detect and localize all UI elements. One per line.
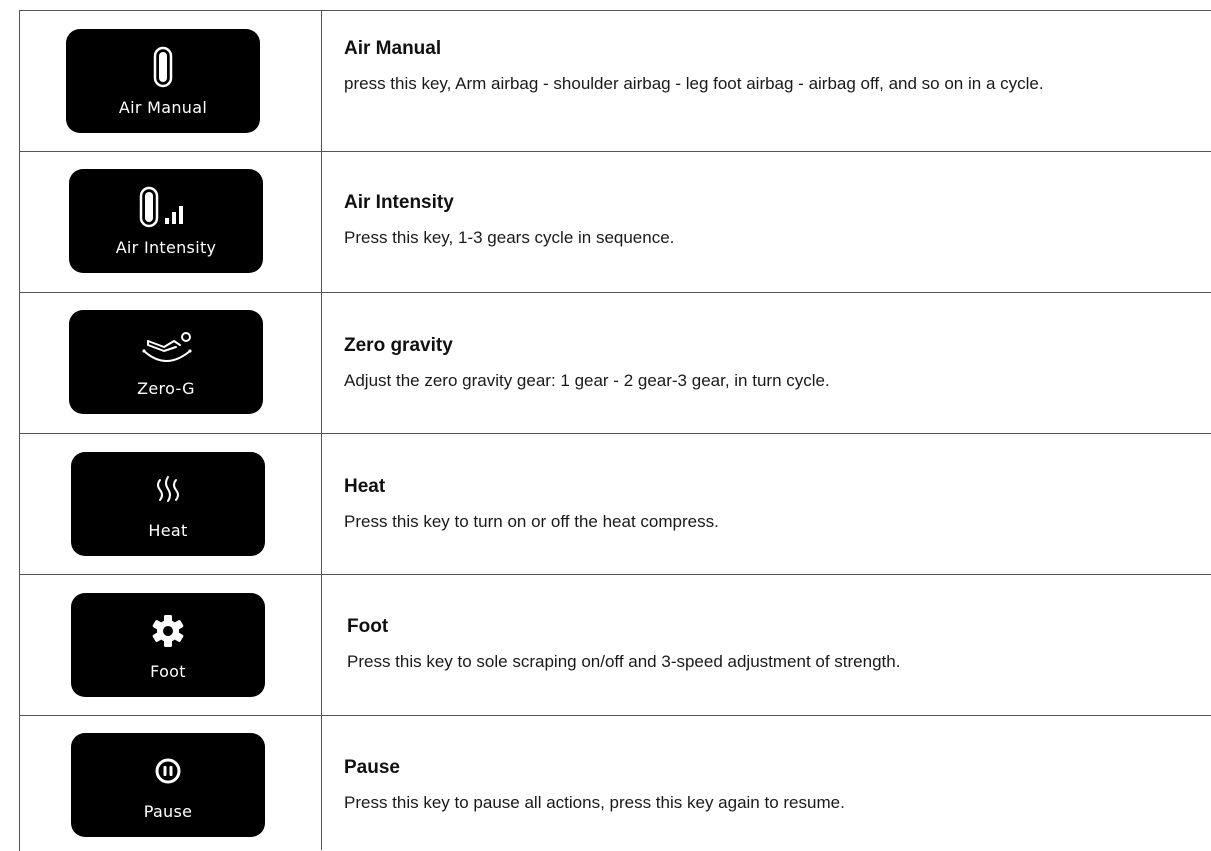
heat-key[interactable]: Heat bbox=[71, 452, 265, 556]
key-label: Zero-G bbox=[137, 379, 195, 398]
gear-icon bbox=[71, 611, 265, 651]
description-title: Air Manual bbox=[344, 38, 442, 59]
air-manual-key[interactable]: Air Manual bbox=[66, 29, 260, 133]
key-label: Air Manual bbox=[118, 98, 208, 117]
description-text: Press this key to turn on or off the hea… bbox=[344, 512, 719, 531]
description-title: Foot bbox=[347, 616, 389, 637]
description-text: Press this key, 1-3 gears cycle in seque… bbox=[344, 228, 675, 247]
description: Air Manual press this key, Arm airbag - … bbox=[344, 38, 1194, 100]
description-title: Air Intensity bbox=[344, 192, 454, 213]
description-title: Pause bbox=[344, 757, 400, 778]
zero-g-key[interactable]: Zero-G bbox=[69, 310, 263, 414]
description-text: Adjust the zero gravity gear: 1 gear - 2… bbox=[344, 371, 830, 390]
description-title: Heat bbox=[344, 476, 386, 497]
description: Zero gravity Adjust the zero gravity gea… bbox=[344, 335, 1194, 397]
pause-icon bbox=[71, 751, 265, 791]
key-label: Air Intensity bbox=[115, 238, 217, 257]
key-label: Heat bbox=[148, 521, 188, 540]
description: Heat Press this key to turn on or off th… bbox=[344, 476, 1194, 538]
description: Foot Press this key to sole scraping on/… bbox=[347, 616, 1197, 678]
pause-key[interactable]: Pause bbox=[71, 733, 265, 837]
description: Pause Press this key to pause all action… bbox=[344, 757, 1194, 819]
description-text: Press this key to pause all actions, pre… bbox=[344, 793, 845, 812]
foot-key[interactable]: Foot bbox=[71, 593, 265, 697]
description-text: press this key, Arm airbag - shoulder ai… bbox=[344, 74, 1044, 93]
key-label: Foot bbox=[150, 662, 186, 681]
description-title: Zero gravity bbox=[344, 335, 453, 356]
heat-icon bbox=[71, 470, 265, 510]
description-text: Press this key to sole scraping on/off a… bbox=[347, 652, 901, 671]
description: Air Intensity Press this key, 1-3 gears … bbox=[344, 192, 1194, 254]
zero-gravity-icon bbox=[69, 328, 263, 368]
air-intensity-key[interactable]: Air Intensity bbox=[69, 169, 263, 273]
airbag-intensity-icon bbox=[69, 186, 263, 228]
airbag-icon bbox=[66, 46, 260, 88]
key-label: Pause bbox=[143, 802, 193, 821]
